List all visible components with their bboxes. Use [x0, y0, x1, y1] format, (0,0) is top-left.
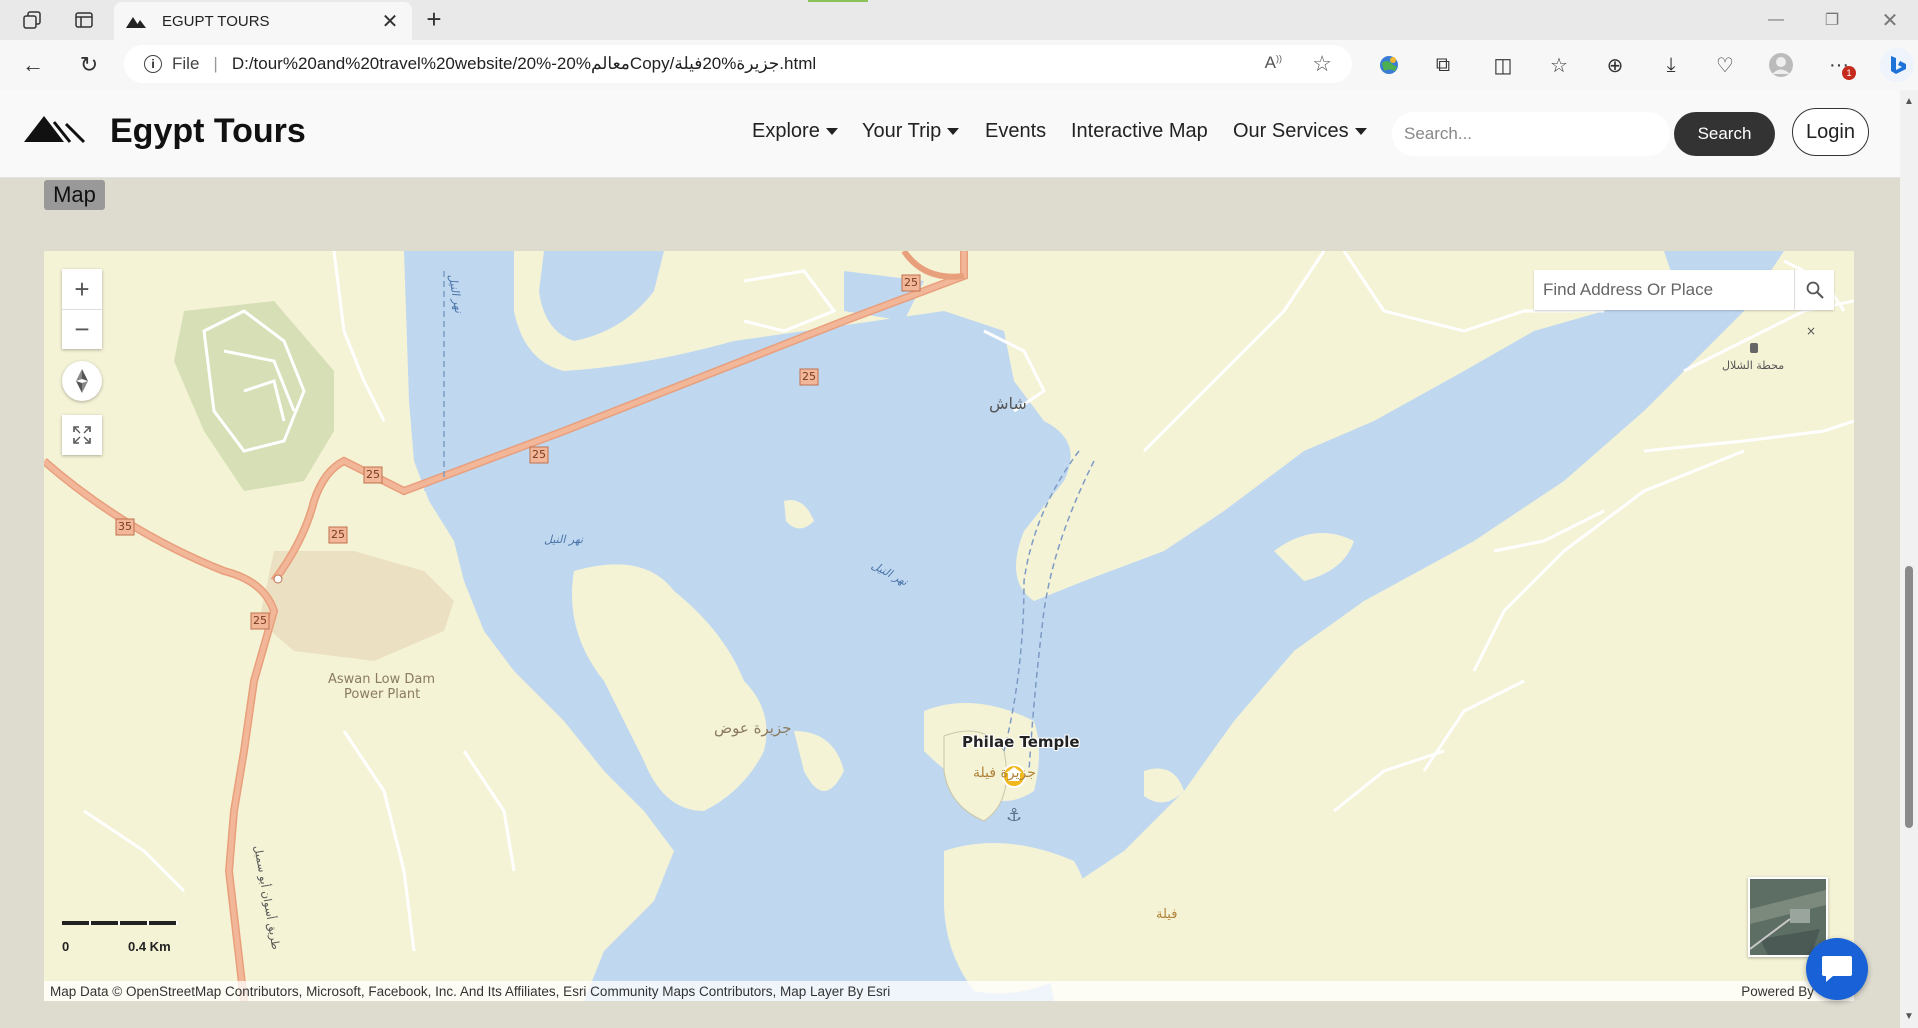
minimize-icon[interactable]: —: [1756, 6, 1796, 34]
caret-down-icon: [825, 128, 838, 135]
scroll-down-icon[interactable]: ▼: [1904, 1011, 1914, 1022]
powered-by-text[interactable]: Powered By: [1741, 984, 1814, 999]
nav-explore-label: Explore: [752, 120, 820, 142]
read-aloud-icon[interactable]: A)): [1265, 53, 1282, 73]
tab-actions-icon[interactable]: [70, 6, 98, 34]
restore-icon[interactable]: ❐: [1812, 6, 1852, 34]
zoom-controls: + −: [62, 269, 102, 349]
site-search-button[interactable]: Search: [1674, 112, 1775, 156]
workspaces-icon[interactable]: [18, 6, 46, 34]
new-tab-icon[interactable]: +: [420, 6, 448, 34]
route-number: 25: [366, 468, 380, 481]
tab-title: EGUPT TOURS: [162, 12, 270, 30]
nav-interactive-map[interactable]: Interactive Map: [1071, 120, 1208, 143]
browser-tab-bar: EGUPT TOURS ✕ + — ❐ ✕: [0, 0, 1918, 40]
info-icon[interactable]: i: [144, 55, 162, 73]
zoom-in-button[interactable]: +: [62, 269, 102, 309]
attribution-text: Map Data © OpenStreetMap Contributors, M…: [50, 983, 891, 999]
browser-essentials-icon[interactable]: ♡: [1712, 52, 1738, 78]
address-separator: |: [213, 54, 218, 73]
bigeh-label: فيلة: [1156, 907, 1178, 922]
page-scrollbar[interactable]: ▲ ▼: [1900, 90, 1918, 1028]
awad-island-label: جزيرة عوض: [714, 719, 792, 737]
section-label: Map: [44, 180, 105, 210]
close-tab-icon[interactable]: ✕: [380, 9, 400, 34]
route-number: 25: [802, 370, 816, 383]
chat-bubble-icon: [1822, 956, 1852, 982]
scale-start: 0: [62, 939, 70, 954]
fullscreen-icon: [73, 426, 91, 444]
scale-bar: 0 0.4 Km: [62, 921, 178, 955]
nav-events-label: Events: [985, 120, 1047, 142]
compass-button[interactable]: [62, 361, 102, 401]
nav-explore[interactable]: Explore: [752, 120, 838, 143]
extensions-puzzle-icon[interactable]: ⧉: [1430, 52, 1456, 78]
philae-temple-label[interactable]: Philae Temple: [962, 733, 1080, 751]
map-search-input[interactable]: [1534, 270, 1794, 310]
copilot-icon[interactable]: [1880, 48, 1914, 82]
downloads-icon[interactable]: ⤓: [1658, 52, 1684, 78]
map-basemap[interactable]: ⚓ ×: [44, 251, 1854, 1001]
caret-down-icon: [1354, 128, 1367, 135]
nav-our-services[interactable]: Our Services: [1233, 120, 1367, 143]
nav-your-trip[interactable]: Your Trip: [862, 120, 960, 143]
login-button[interactable]: Login: [1792, 108, 1869, 156]
caret-down-icon: [947, 128, 960, 135]
collections-icon[interactable]: ⊕: [1602, 52, 1628, 78]
route-number: 25: [904, 276, 918, 289]
profile-avatar-icon[interactable]: [1768, 52, 1794, 78]
address-text: D:/tour%20and%20travel%20website/20%-20%…: [231, 54, 817, 73]
shash-label: شاش: [989, 394, 1027, 413]
site-brand[interactable]: Egypt Tours: [110, 112, 306, 151]
shallal-station-label: محطة الشلال: [1722, 359, 1785, 372]
route-number: 25: [532, 448, 546, 461]
nav-our-services-label: Our Services: [1233, 120, 1349, 142]
map-attribution: Map Data © OpenStreetMap Contributors, M…: [44, 981, 1854, 1001]
svg-text:⚓: ⚓: [1006, 805, 1022, 826]
site-header: Egypt Tours Explore Your Trip Events Int…: [0, 90, 1900, 178]
compass-icon: [76, 369, 88, 393]
svg-text:×: ×: [1806, 324, 1816, 338]
address-bar[interactable]: i File | D:/tour%20and%20travel%20websit…: [124, 45, 1352, 83]
search-icon: [1806, 281, 1824, 299]
favicon-icon: [126, 17, 146, 28]
browser-toolbar: ← ↻ i File | D:/tour%20and%20travel%20we…: [0, 40, 1918, 90]
site-search-input[interactable]: [1392, 112, 1670, 156]
philae-arabic-label: جزيرة فيلة: [973, 765, 1036, 781]
power-plant-label-1: Aswan Low Dam: [328, 672, 436, 687]
more-menu-icon[interactable]: ··· 1: [1826, 52, 1856, 80]
favorites-icon[interactable]: ☆: [1546, 52, 1572, 78]
logo-mountain-icon[interactable]: [24, 114, 86, 144]
favorite-star-icon[interactable]: ☆: [1312, 51, 1332, 77]
zoom-out-button[interactable]: −: [62, 309, 102, 349]
nav-events[interactable]: Events: [985, 120, 1046, 143]
route-number: 25: [253, 614, 267, 627]
nile-label: نهر النيل: [544, 533, 584, 546]
interactive-map[interactable]: ⚓ × 25 25 25 25 25 35 25 Philae Temple ج…: [44, 251, 1854, 1001]
scroll-up-icon[interactable]: ▲: [1904, 96, 1914, 107]
notification-badge: 1: [1842, 66, 1856, 80]
scheme-label: File: [172, 54, 200, 73]
split-screen-icon[interactable]: ◫: [1490, 52, 1516, 78]
browser-tab[interactable]: EGUPT TOURS ✕: [114, 2, 412, 40]
fullscreen-button[interactable]: [62, 415, 102, 455]
back-icon[interactable]: ←: [18, 50, 48, 80]
route-number: 35: [118, 520, 132, 533]
chat-button[interactable]: [1806, 938, 1868, 1000]
power-plant-label-2: Power Plant: [344, 687, 421, 702]
nav-your-trip-label: Your Trip: [862, 120, 942, 142]
refresh-icon[interactable]: ↻: [74, 50, 104, 80]
scrollbar-thumb[interactable]: [1905, 566, 1913, 828]
scale-end: 0.4 Km: [128, 939, 171, 954]
map-search-button[interactable]: [1794, 270, 1834, 310]
scale-bar-graphic: [62, 921, 178, 925]
map-search: [1534, 270, 1834, 310]
close-window-icon[interactable]: ✕: [1870, 6, 1910, 34]
extension-globe-icon[interactable]: [1376, 52, 1402, 78]
nav-interactive-map-label: Interactive Map: [1071, 120, 1208, 142]
route-number: 25: [331, 528, 345, 541]
progress-indicator: [808, 0, 868, 2]
